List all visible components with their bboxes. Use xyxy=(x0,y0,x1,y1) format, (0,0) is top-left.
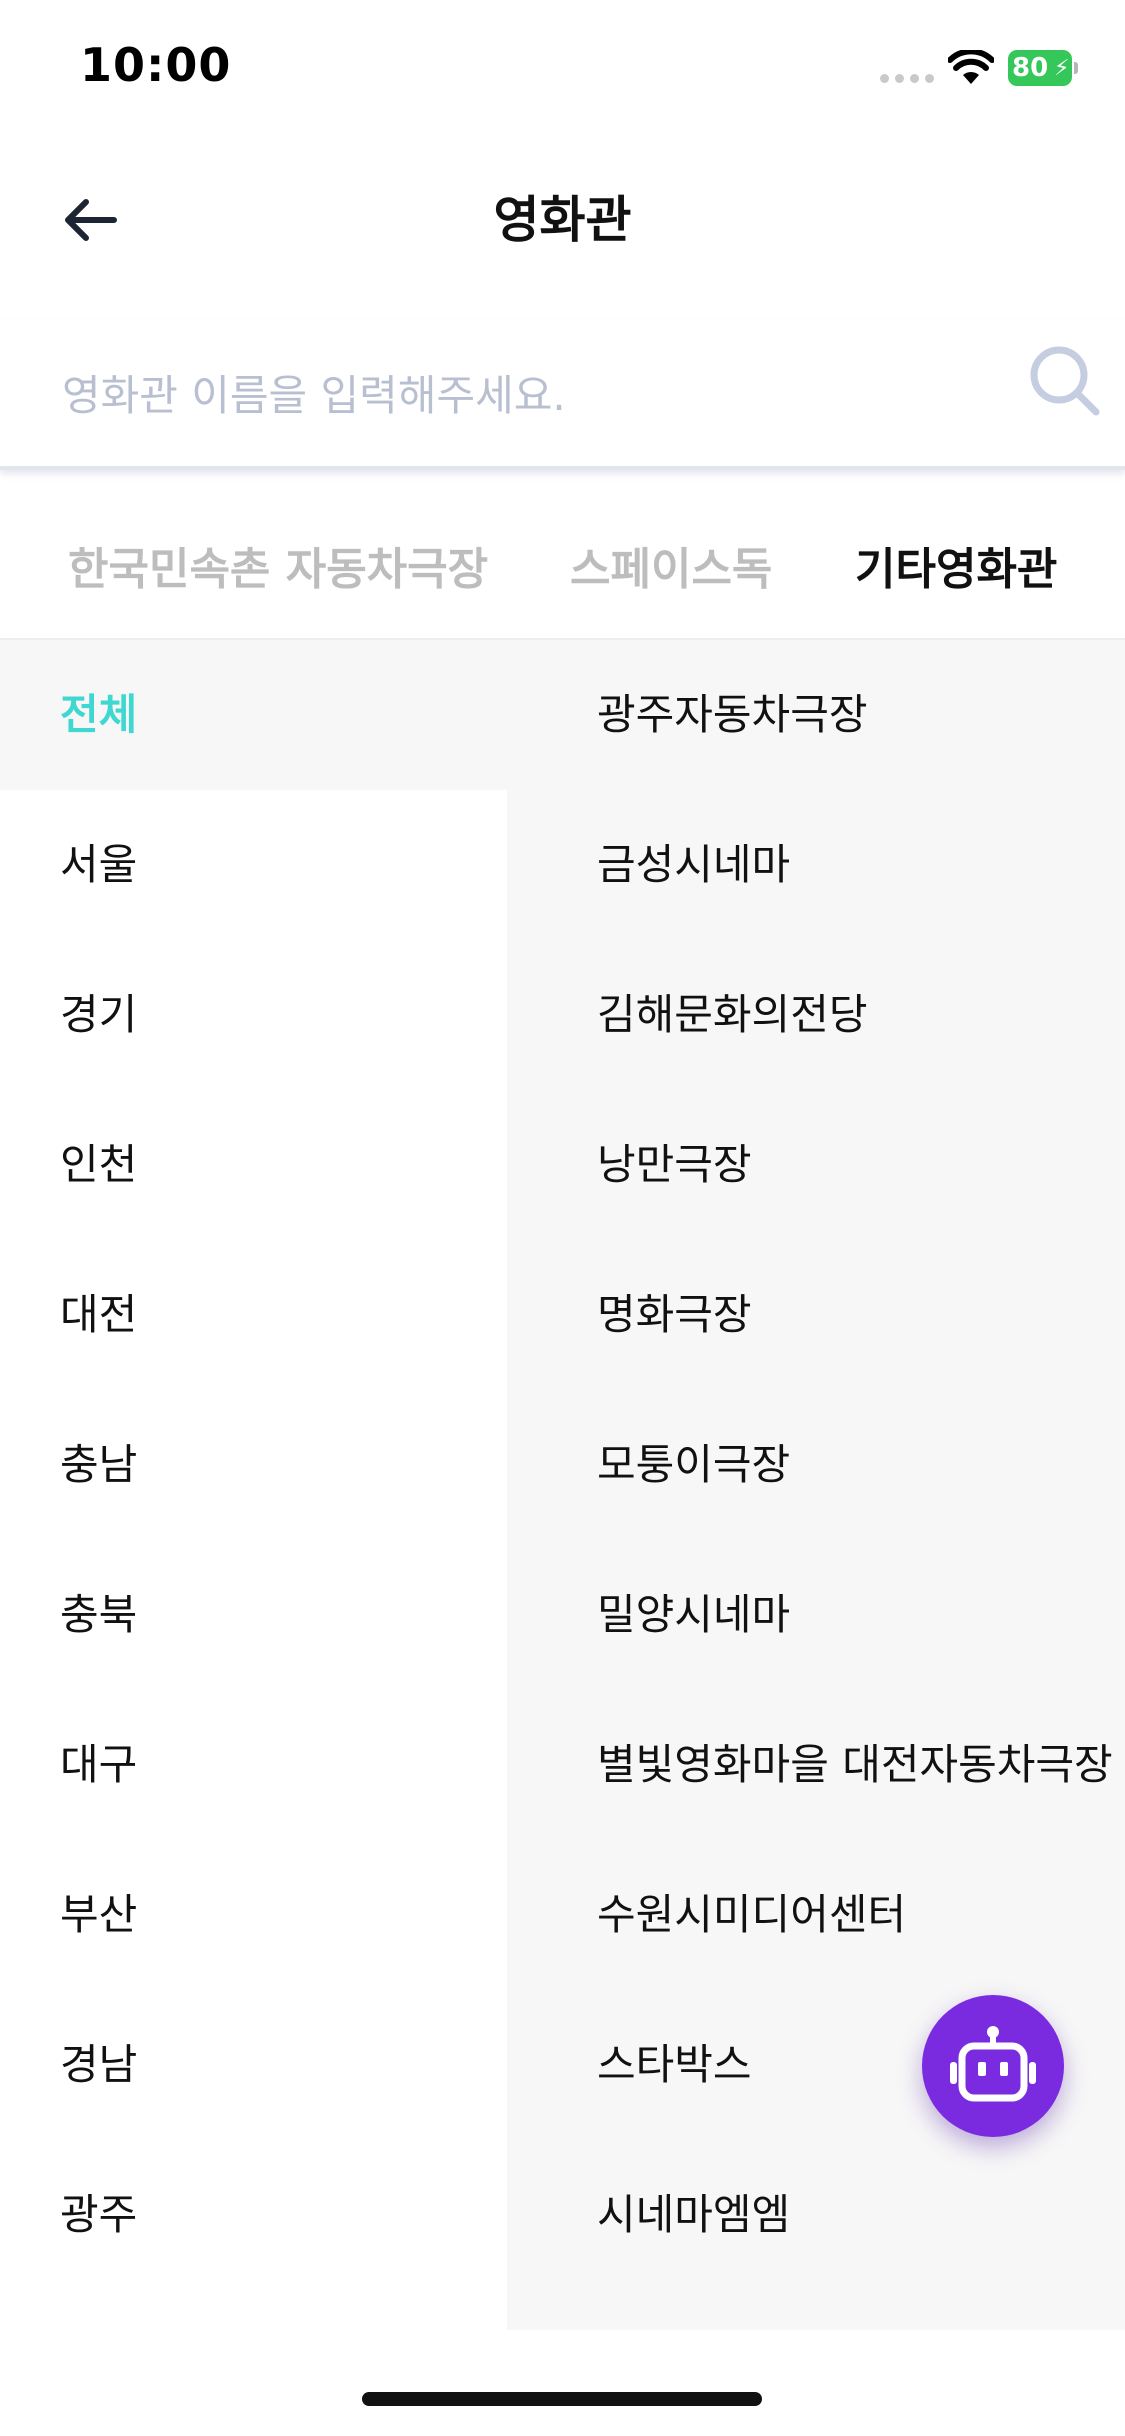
chatbot-button[interactable] xyxy=(922,1995,1064,2137)
tab-korean-folk-village-drive-in[interactable]: 한국민속촌 자동차극장 xyxy=(68,530,488,610)
cellular-signal-icon xyxy=(880,74,934,83)
region-item-daegu[interactable]: 대구 xyxy=(0,1690,507,1840)
search-bar xyxy=(0,320,1125,470)
theater-item[interactable]: 금성시네마 xyxy=(507,790,1125,940)
charging-bolt-icon: ⚡ xyxy=(1054,56,1070,81)
wifi-icon xyxy=(948,50,994,84)
region-item-chungbuk[interactable]: 충북 xyxy=(0,1540,507,1690)
region-item-gyeonggi[interactable]: 경기 xyxy=(0,940,507,1090)
theater-item[interactable]: 별빛영화마을 대전자동차극장 xyxy=(507,1690,1125,1840)
region-item-daejeon[interactable]: 대전 xyxy=(0,1240,507,1390)
navigation-bar: 영화관 xyxy=(0,140,1125,290)
tab-other-theaters[interactable]: 기타영화관 xyxy=(855,530,1057,610)
page-title: 영화관 xyxy=(493,191,632,249)
robot-icon xyxy=(950,2026,1036,2102)
region-item-busan[interactable]: 부산 xyxy=(0,1840,507,1990)
battery-icon: 80 ⚡ xyxy=(1008,50,1078,86)
back-button[interactable] xyxy=(50,180,130,260)
theater-item[interactable]: 모퉁이극장 xyxy=(507,1390,1125,1540)
region-item-chungnam[interactable]: 충남 xyxy=(0,1390,507,1540)
tab-space-dog[interactable]: 스페이스독 xyxy=(570,530,772,610)
theater-item[interactable]: 명화극장 xyxy=(507,1240,1125,1390)
theater-item[interactable]: 수원시미디어센터 xyxy=(507,1840,1125,1990)
status-bar: 10:00 80 ⚡ xyxy=(0,0,1125,140)
search-input[interactable] xyxy=(60,350,1000,440)
status-time: 10:00 xyxy=(80,38,232,92)
home-indicator xyxy=(362,2392,762,2406)
theater-item[interactable]: 김해문화의전당 xyxy=(507,940,1125,1090)
search-icon[interactable] xyxy=(1026,342,1102,418)
region-item-seoul[interactable]: 서울 xyxy=(0,790,507,940)
theater-item[interactable]: 광주자동차극장 xyxy=(507,640,1125,790)
region-item-gwangju[interactable]: 광주 xyxy=(0,2140,507,2290)
arrow-left-icon xyxy=(65,199,117,241)
region-item-gyeongnam[interactable]: 경남 xyxy=(0,1990,507,2140)
theater-item[interactable]: 밀양시네마 xyxy=(507,1540,1125,1690)
region-list: 전체 서울 경기 인천 대전 충남 충북 대구 부산 경남 광주 xyxy=(0,640,507,2330)
theater-item[interactable]: 낭만극장 xyxy=(507,1090,1125,1240)
theater-item[interactable]: 시네마엠엠 xyxy=(507,2140,1125,2290)
region-item-all[interactable]: 전체 xyxy=(0,640,507,790)
theater-tabs: 한국민속촌 자동차극장 스페이스독 기타영화관 xyxy=(0,500,1125,640)
region-item-incheon[interactable]: 인천 xyxy=(0,1090,507,1240)
